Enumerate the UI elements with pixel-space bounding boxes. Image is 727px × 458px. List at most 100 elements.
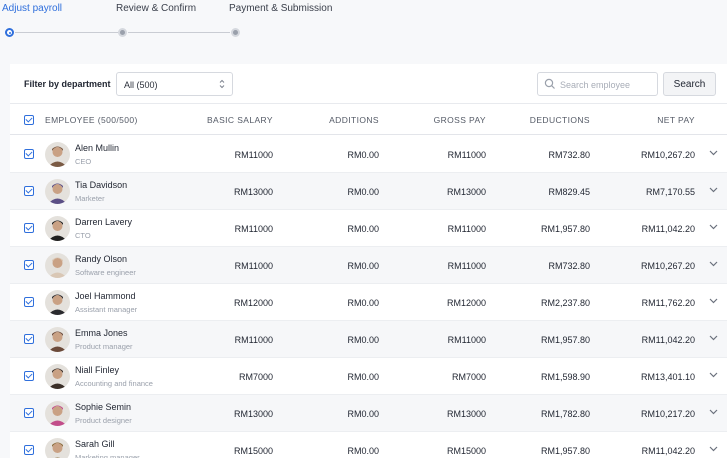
employee-role: Software engineer [75,268,136,277]
basic-salary-cell: RM7000 [238,372,273,382]
gross-pay-cell: RM7000 [451,372,486,382]
table-row[interactable]: Randy Olson Software engineer RM11000 RM0.0… [10,247,727,284]
additions-cell: RM0.00 [347,224,379,234]
chevron-down-icon[interactable] [709,335,718,341]
gross-pay-cell: RM11000 [447,224,486,234]
search-box[interactable] [537,72,658,96]
employee-name: Tia Davidson [75,180,128,190]
additions-cell: RM0.00 [347,187,379,197]
additions-cell: RM0.00 [347,446,379,456]
filter-label: Filter by department [24,79,111,89]
net-pay-cell: RM11,042.20 [641,446,695,456]
table-row[interactable]: Niall Finley Accounting and finance RM7000… [10,358,727,395]
net-pay-cell: RM11,762.20 [641,298,695,308]
employee-name: Niall Finley [75,365,120,375]
deductions-cell: RM1,957.80 [540,446,590,456]
deductions-cell: RM2,237.80 [540,298,590,308]
gross-pay-cell: RM12000 [446,298,486,308]
row-checkbox[interactable] [24,186,34,196]
column-deductions[interactable]: DEDUCTIONS [530,115,590,125]
column-employee[interactable]: EMPLOYEE (500/500) [45,115,138,125]
row-checkbox[interactable] [24,371,34,381]
chevron-down-icon[interactable] [709,150,718,156]
row-checkbox[interactable] [24,223,34,233]
row-checkbox[interactable] [24,149,34,159]
avatar [45,327,70,352]
employee-role: CTO [75,231,91,240]
employee-role: Product manager [75,342,133,351]
payroll-stepper: Adjust payroll Review & Confirm Payment … [0,0,727,60]
additions-cell: RM0.00 [347,335,379,345]
basic-salary-cell: RM13000 [233,187,273,197]
chevron-down-icon[interactable] [709,187,718,193]
table-row[interactable]: Darren Lavery CTO RM11000 RM0.00 RM11000 RM1,… [10,210,727,247]
avatar [45,216,70,241]
chevron-down-icon[interactable] [709,409,718,415]
column-basic-salary[interactable]: BASIC SALARY [207,115,273,125]
filter-bar: Filter by department All (500) Search [10,64,727,104]
net-pay-cell: RM7,170.55 [645,187,695,197]
employee-name: Joel Hammond [75,291,136,301]
additions-cell: RM0.00 [347,372,379,382]
basic-salary-cell: RM13000 [233,409,273,419]
employee-role: Marketing manager [75,453,140,458]
employee-role: Assistant manager [75,305,138,314]
gross-pay-cell: RM15000 [446,446,486,456]
chevron-down-icon[interactable] [709,298,718,304]
chevron-down-icon[interactable] [709,261,718,267]
table-row[interactable]: Emma Jones Product manager RM11000 RM0.00 RM… [10,321,727,358]
table-row[interactable]: Sarah Gill Marketing manager RM15000 RM0.00… [10,432,727,458]
net-pay-cell: RM13,401.10 [640,372,695,382]
employee-name: Darren Lavery [75,217,133,227]
employee-role: Marketer [75,194,105,203]
select-all-checkbox[interactable] [24,115,34,125]
row-checkbox[interactable] [24,297,34,307]
sort-arrows-icon [219,79,225,89]
additions-cell: RM0.00 [347,150,379,160]
additions-cell: RM0.00 [347,261,379,271]
table-row[interactable]: Joel Hammond Assistant manager RM12000 RM0.… [10,284,727,321]
table-header: EMPLOYEE (500/500) BASIC SALARY ADDITION… [10,105,727,135]
employee-name: Sarah Gill [75,439,115,449]
deductions-cell: RM732.80 [548,261,590,271]
column-net-pay[interactable]: NET PAY [657,115,695,125]
step-payment-submission[interactable]: Payment & Submission [229,3,332,14]
gross-pay-cell: RM11000 [447,150,486,160]
avatar [45,364,70,389]
search-button[interactable]: Search [663,72,716,96]
step-adjust-payroll[interactable]: Adjust payroll [2,3,62,14]
department-select[interactable]: All (500) [116,72,233,96]
chevron-down-icon[interactable] [709,446,718,452]
department-select-value: All (500) [124,80,158,90]
search-input[interactable] [560,76,655,93]
employee-name: Randy Olson [75,254,128,264]
basic-salary-cell: RM12000 [233,298,273,308]
deductions-cell: RM1,957.80 [540,224,590,234]
row-checkbox[interactable] [24,445,34,455]
column-gross-pay[interactable]: GROSS PAY [434,115,486,125]
row-checkbox[interactable] [24,260,34,270]
avatar [45,401,70,426]
table-row[interactable]: Alen Mullin CEO RM11000 RM0.00 RM11000 RM732.… [10,136,727,173]
step-connector [128,32,230,33]
table-row[interactable]: Tia Davidson Marketer RM13000 RM0.00 RM13000… [10,173,727,210]
row-checkbox[interactable] [24,334,34,344]
chevron-down-icon[interactable] [709,224,718,230]
column-additions[interactable]: ADDITIONS [329,115,379,125]
step-connector [15,32,118,33]
basic-salary-cell: RM11000 [234,261,273,271]
step-review-confirm[interactable]: Review & Confirm [116,3,196,14]
row-checkbox[interactable] [24,408,34,418]
employee-name: Alen Mullin [75,143,120,153]
payroll-card: Filter by department All (500) Search EM… [10,64,727,458]
avatar [45,253,70,278]
net-pay-cell: RM11,042.20 [641,335,695,345]
chevron-down-icon[interactable] [709,372,718,378]
table-row[interactable]: Sophie Semin Product designer RM13000 RM0.0… [10,395,727,432]
gross-pay-cell: RM13000 [446,409,486,419]
deductions-cell: RM732.80 [548,150,590,160]
basic-salary-cell: RM11000 [234,150,273,160]
employee-name: Sophie Semin [75,402,132,412]
avatar [45,290,70,315]
deductions-cell: RM1,598.90 [540,372,590,382]
